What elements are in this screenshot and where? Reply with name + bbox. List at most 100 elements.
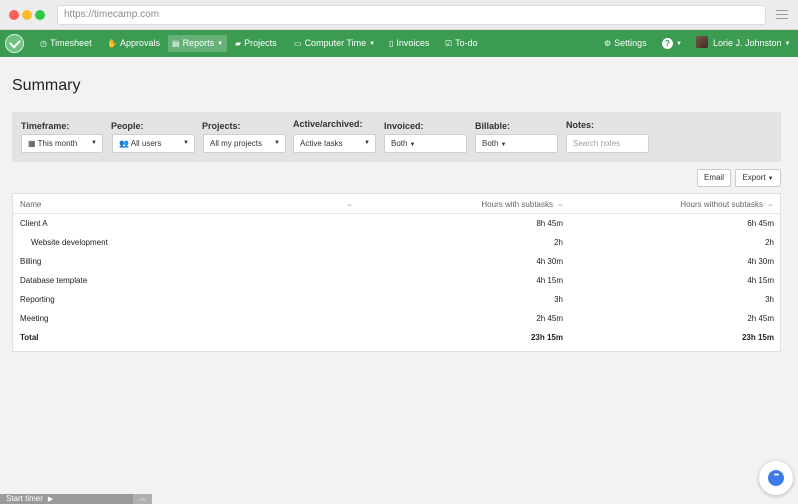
nav-todo[interactable]: ☑ To-do	[441, 35, 482, 52]
billable-select[interactable]: Both ▼	[475, 134, 558, 153]
table-row[interactable]: Reporting 3h 3h	[13, 290, 780, 309]
calendar-icon: ▦	[28, 139, 38, 148]
top-navbar: ◷ Timesheet ✋ Approvals ▤ Reports ▼ ▰ Project…	[0, 30, 798, 57]
nav-settings-label: Settings	[614, 38, 647, 48]
address-bar[interactable]: https://timecamp.com	[57, 5, 766, 25]
nav-reports[interactable]: ▤ Reports ▼	[168, 35, 228, 52]
table-header: Name ⇔ Hours with subtasks ⇔ Hours withou…	[13, 194, 780, 214]
table-row[interactable]: Billing 4h 30m 4h 30m	[13, 252, 780, 271]
nav-computer-time-label: Computer Time	[304, 38, 367, 48]
nav-reports-label: Reports	[182, 38, 215, 48]
row-name: Billing	[20, 257, 42, 266]
browser-menu-icon[interactable]	[776, 10, 788, 19]
export-label: Export	[742, 173, 766, 182]
notes-label: Notes:	[566, 120, 595, 130]
table-total-row: Total 23h 15m 23h 15m	[13, 328, 780, 347]
row-name: Reporting	[20, 295, 55, 304]
nav-projects-label: Projects	[244, 38, 277, 48]
help-icon: ?	[662, 38, 673, 49]
nav-help[interactable]: ? ▼	[658, 35, 686, 52]
export-button[interactable]: Export ▼	[735, 169, 781, 187]
close-window-button[interactable]	[9, 10, 19, 20]
thumbs-up-icon: ✋	[107, 39, 117, 48]
nav-computer-time[interactable]: ▭ Computer Time ▼	[290, 35, 379, 52]
play-icon: ▶	[47, 496, 54, 503]
row-hours-with: 3h	[554, 295, 563, 304]
row-hours-without: 2h	[765, 238, 774, 247]
people-value: All users	[130, 139, 162, 148]
timeframe-label: Timeframe:	[21, 121, 70, 131]
column-header-with-subtasks[interactable]: Hours with subtasks ⇔	[481, 200, 564, 209]
table-row[interactable]: Client A 8h 45m 6h 45m	[13, 214, 780, 233]
invoiced-select[interactable]: Both ▼	[384, 134, 467, 153]
resize-handle-icon[interactable]: ⇔	[767, 202, 774, 209]
chat-widget-button[interactable]	[759, 461, 793, 495]
invoiced-value: Both	[391, 139, 408, 148]
chevron-down-icon: ▼	[409, 142, 416, 148]
gear-icon: ⚙	[604, 39, 612, 48]
start-timer-label: Start timer	[6, 494, 43, 503]
nav-invoices[interactable]: ▯ Invoices	[385, 35, 433, 52]
invoice-icon: ▯	[389, 39, 394, 48]
laptop-icon: ▭	[294, 39, 302, 48]
row-hours-with: 4h 30m	[536, 257, 563, 266]
row-hours-with: 2h	[554, 238, 563, 247]
resize-handle-icon[interactable]: ⇔	[346, 200, 353, 209]
notes-search-input[interactable]: Search notes	[566, 134, 649, 153]
column-without-label: Hours without subtasks	[680, 200, 763, 209]
active-archived-value: Active tasks	[300, 139, 343, 148]
nav-projects[interactable]: ▰ Projects	[231, 35, 281, 52]
table-row[interactable]: Database template 4h 15m 4h 15m	[13, 271, 780, 290]
row-name: Database template	[20, 276, 88, 285]
nav-approvals-label: Approvals	[119, 38, 160, 48]
maximize-window-button[interactable]	[35, 10, 45, 20]
email-button[interactable]: Email	[697, 169, 731, 187]
projects-value: All my projects	[210, 139, 263, 148]
timecamp-logo-icon[interactable]	[5, 34, 24, 53]
file-icon: ▤	[172, 39, 180, 48]
user-name: Lorie J. Johnston	[713, 38, 782, 48]
chevron-down-icon: ▼	[274, 140, 280, 146]
total-hours-without: 23h 15m	[741, 333, 774, 342]
projects-select[interactable]: All my projects ▼	[203, 134, 286, 153]
checkbox-icon: ☑	[445, 39, 453, 48]
start-timer-bar[interactable]: Start timer ▶ ︿	[0, 494, 152, 504]
summary-table: Name ⇔ Hours with subtasks ⇔ Hours withou…	[12, 193, 781, 352]
timeframe-select[interactable]: ▦ This month ▼	[21, 134, 103, 153]
billable-label: Billable:	[475, 121, 511, 131]
users-icon: 👥	[119, 139, 131, 148]
chevron-down-icon: ▼	[784, 41, 791, 47]
column-name-label: Name	[20, 200, 42, 209]
column-header-name[interactable]: Name	[20, 200, 41, 209]
column-header-without-subtasks[interactable]: Hours without subtasks ⇔	[680, 200, 774, 209]
page-title: Summary	[12, 77, 81, 94]
browser-chrome: https://timecamp.com	[0, 0, 798, 30]
chevron-down-icon: ▼	[500, 142, 507, 148]
table-row[interactable]: Meeting 2h 45m 2h 45m	[13, 309, 780, 328]
row-hours-without: 6h 45m	[747, 219, 774, 228]
nav-invoices-label: Invoices	[396, 38, 430, 48]
chevron-down-icon: ▼	[676, 41, 682, 47]
row-name: Meeting	[20, 314, 49, 323]
chevron-up-icon[interactable]: ︿	[133, 494, 152, 504]
nav-timesheet[interactable]: ◷ Timesheet	[36, 35, 96, 52]
row-hours-without: 2h 45m	[747, 314, 774, 323]
projects-label: Projects:	[202, 121, 241, 131]
active-archived-select[interactable]: Active tasks ▼	[293, 134, 376, 153]
people-select[interactable]: 👥 All users ▼	[112, 134, 195, 153]
chevron-down-icon: ▼	[767, 176, 774, 182]
nav-settings[interactable]: ⚙ Settings	[600, 35, 651, 52]
folder-icon: ▰	[235, 39, 242, 48]
table-row[interactable]: Website development 2h 2h	[13, 233, 780, 252]
minimize-window-button[interactable]	[22, 10, 32, 20]
row-hours-with: 8h 45m	[536, 219, 563, 228]
filter-bar: Timeframe: ▦ This month ▼ People: 👥 All u…	[12, 112, 781, 162]
nav-user-menu[interactable]: Lorie J. Johnston ▼	[692, 35, 795, 52]
nav-timesheet-label: Timesheet	[49, 38, 92, 48]
row-hours-with: 4h 15m	[536, 276, 563, 285]
resize-handle-icon[interactable]: ⇔	[557, 202, 564, 209]
nav-approvals[interactable]: ✋ Approvals	[103, 35, 164, 52]
chevron-down-icon: ▼	[364, 140, 370, 146]
billable-value: Both	[482, 139, 499, 148]
avatar	[696, 36, 708, 48]
